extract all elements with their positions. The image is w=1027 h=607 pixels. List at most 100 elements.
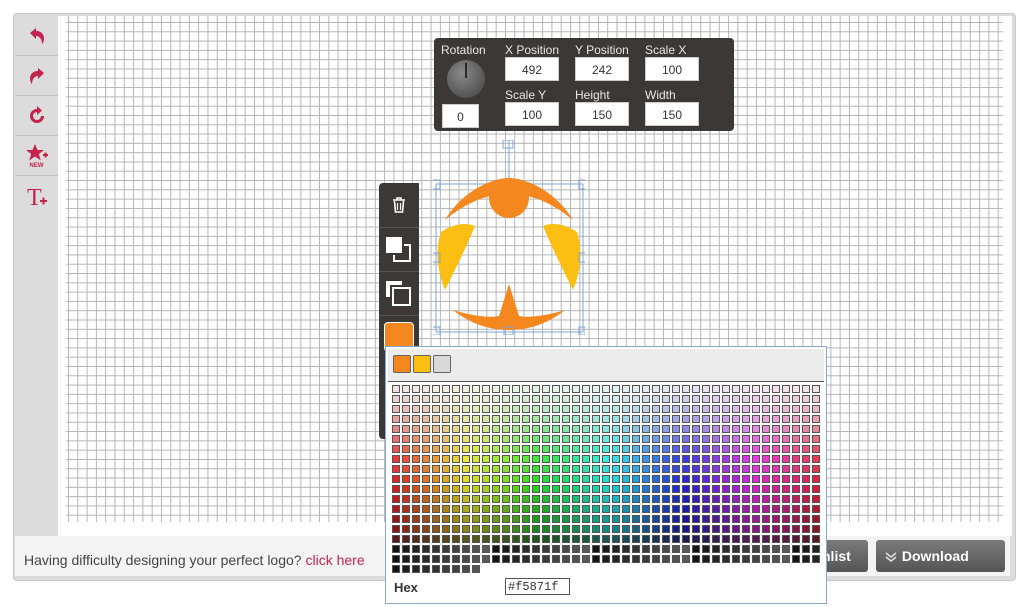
palette-cell[interactable] (562, 485, 570, 493)
palette-cell[interactable] (442, 495, 450, 503)
palette-cell[interactable] (652, 545, 660, 553)
palette-cell[interactable] (582, 455, 590, 463)
palette-cell[interactable] (662, 555, 670, 563)
palette-cell[interactable] (702, 555, 710, 563)
palette-cell[interactable] (472, 485, 480, 493)
palette-cell[interactable] (662, 505, 670, 513)
palette-cell[interactable] (772, 445, 780, 453)
palette-cell[interactable] (662, 425, 670, 433)
palette-cell[interactable] (462, 525, 470, 533)
palette-cell[interactable] (652, 485, 660, 493)
palette-cell[interactable] (752, 395, 760, 403)
palette-cell[interactable] (532, 485, 540, 493)
palette-cell[interactable] (692, 485, 700, 493)
palette-cell[interactable] (672, 395, 680, 403)
palette-cell[interactable] (502, 445, 510, 453)
palette-cell[interactable] (632, 415, 640, 423)
palette-cell[interactable] (632, 425, 640, 433)
palette-cell[interactable] (522, 405, 530, 413)
palette-cell[interactable] (802, 445, 810, 453)
palette-cell[interactable] (532, 455, 540, 463)
palette-cell[interactable] (442, 545, 450, 553)
palette-cell[interactable] (402, 455, 410, 463)
palette-cell[interactable] (622, 415, 630, 423)
palette-cell[interactable] (702, 405, 710, 413)
palette-cell[interactable] (612, 405, 620, 413)
palette-cell[interactable] (732, 555, 740, 563)
palette-cell[interactable] (472, 475, 480, 483)
palette-cell[interactable] (802, 425, 810, 433)
palette-cell[interactable] (752, 555, 760, 563)
palette-cell[interactable] (652, 515, 660, 523)
palette-cell[interactable] (752, 475, 760, 483)
palette-cell[interactable] (552, 535, 560, 543)
palette-cell[interactable] (532, 445, 540, 453)
palette-cell[interactable] (522, 505, 530, 513)
palette-cell[interactable] (402, 395, 410, 403)
palette-cell[interactable] (812, 535, 820, 543)
palette-cell[interactable] (742, 515, 750, 523)
palette-cell[interactable] (612, 485, 620, 493)
palette-cell[interactable] (412, 405, 420, 413)
palette-cell[interactable] (472, 495, 480, 503)
palette-cell[interactable] (432, 555, 440, 563)
palette-cell[interactable] (552, 475, 560, 483)
palette-cell[interactable] (412, 505, 420, 513)
palette-cell[interactable] (802, 545, 810, 553)
palette-cell[interactable] (742, 555, 750, 563)
palette-cell[interactable] (602, 505, 610, 513)
palette-cell[interactable] (682, 465, 690, 473)
palette-cell[interactable] (512, 475, 520, 483)
palette-cell[interactable] (412, 455, 420, 463)
palette-cell[interactable] (622, 405, 630, 413)
palette-cell[interactable] (662, 525, 670, 533)
palette-cell[interactable] (602, 555, 610, 563)
help-link[interactable]: click here (305, 552, 364, 568)
palette-cell[interactable] (432, 445, 440, 453)
palette-cell[interactable] (722, 425, 730, 433)
palette-cell[interactable] (662, 475, 670, 483)
palette-cell[interactable] (632, 405, 640, 413)
palette-cell[interactable] (762, 535, 770, 543)
palette-cell[interactable] (672, 385, 680, 393)
palette-cell[interactable] (642, 405, 650, 413)
palette-cell[interactable] (502, 395, 510, 403)
palette-cell[interactable] (412, 495, 420, 503)
palette-cell[interactable] (582, 495, 590, 503)
palette-cell[interactable] (662, 385, 670, 393)
palette-cell[interactable] (512, 525, 520, 533)
palette-cell[interactable] (492, 555, 500, 563)
palette-cell[interactable] (552, 555, 560, 563)
palette-cell[interactable] (462, 385, 470, 393)
palette-cell[interactable] (602, 435, 610, 443)
palette-cell[interactable] (692, 505, 700, 513)
palette-cell[interactable] (652, 395, 660, 403)
palette-cell[interactable] (712, 385, 720, 393)
palette-cell[interactable] (532, 425, 540, 433)
palette-cell[interactable] (572, 445, 580, 453)
x-position-input[interactable]: 492 (505, 57, 559, 81)
palette-cell[interactable] (582, 435, 590, 443)
palette-cell[interactable] (752, 415, 760, 423)
palette-cell[interactable] (782, 395, 790, 403)
palette-cell[interactable] (752, 505, 760, 513)
palette-cell[interactable] (772, 535, 780, 543)
palette-cell[interactable] (612, 495, 620, 503)
palette-cell[interactable] (622, 435, 630, 443)
palette-cell[interactable] (552, 395, 560, 403)
palette-cell[interactable] (652, 455, 660, 463)
palette-cell[interactable] (752, 435, 760, 443)
palette-cell[interactable] (442, 555, 450, 563)
palette-cell[interactable] (462, 425, 470, 433)
palette-cell[interactable] (482, 545, 490, 553)
palette-cell[interactable] (562, 515, 570, 523)
palette-cell[interactable] (432, 435, 440, 443)
palette-cell[interactable] (722, 485, 730, 493)
palette-cell[interactable] (572, 425, 580, 433)
palette-cell[interactable] (732, 425, 740, 433)
palette-cell[interactable] (522, 475, 530, 483)
palette-cell[interactable] (522, 555, 530, 563)
palette-cell[interactable] (472, 525, 480, 533)
palette-cell[interactable] (572, 535, 580, 543)
palette-cell[interactable] (552, 515, 560, 523)
